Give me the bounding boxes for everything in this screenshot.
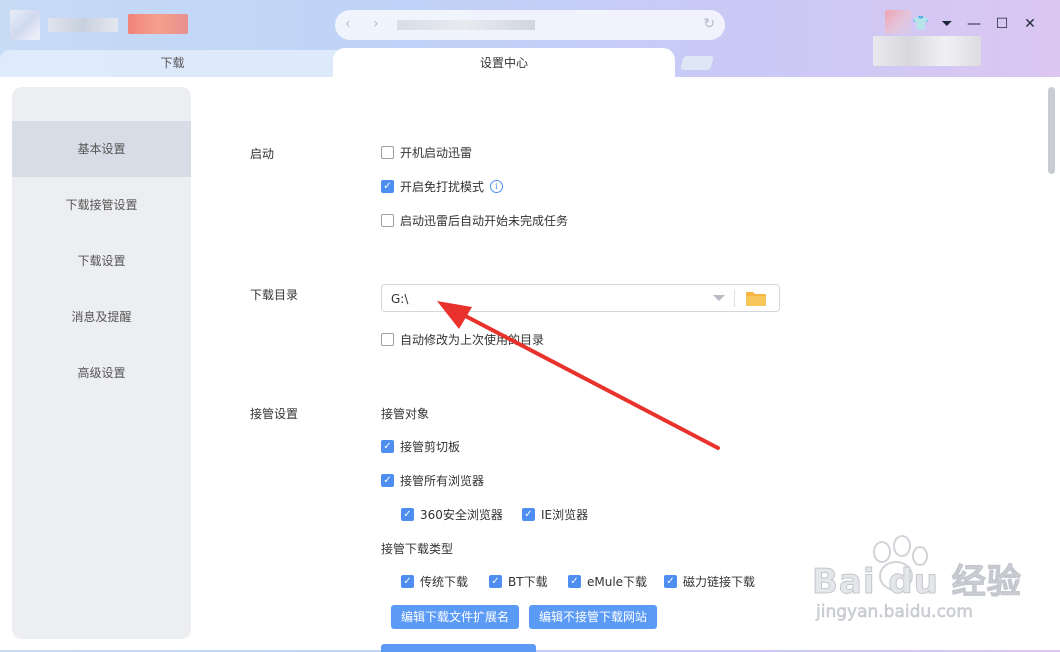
option-label: 启动迅雷后自动开始未完成任务	[400, 214, 569, 228]
checkbox[interactable]: ✓	[381, 440, 394, 453]
takeover-clipboard[interactable]: ✓ 接管剪切板	[381, 438, 460, 455]
startup-option-autostart[interactable]: 开机启动迅雷	[381, 144, 472, 161]
user-popup-blur	[873, 36, 981, 66]
divider	[734, 290, 735, 307]
startup-option-dnd[interactable]: ✓ 开启免打扰模式 i	[381, 178, 504, 195]
checkbox[interactable]: ✓	[381, 474, 394, 487]
takeover-type-emule[interactable]: ✓ eMule下载	[568, 573, 647, 590]
download-dir-select[interactable]: G:\	[381, 284, 780, 312]
checkbox[interactable]: ✓	[489, 575, 502, 588]
checkbox[interactable]: ✓	[381, 180, 394, 193]
download-dir-section-label: 下载目录	[250, 288, 299, 302]
user-avatar[interactable]	[885, 10, 911, 34]
folder-icon[interactable]	[746, 292, 766, 306]
checkbox[interactable]	[381, 214, 394, 227]
option-label: 360安全浏览器	[420, 508, 503, 522]
download-dir-auto-modify[interactable]: 自动修改为上次使用的目录	[381, 331, 544, 348]
back-icon[interactable]: ‹	[345, 16, 351, 32]
download-dir-value: G:\	[391, 292, 409, 306]
takeover-type-magnet[interactable]: ✓ 磁力链接下载	[664, 573, 755, 590]
takeover-types-label: 接管下载类型	[381, 542, 454, 556]
option-label: IE浏览器	[541, 508, 589, 522]
minimize-icon[interactable]: —	[964, 14, 984, 34]
option-label: 接管剪切板	[400, 440, 461, 454]
takeover-type-bt[interactable]: ✓ BT下载	[489, 573, 548, 590]
skin-icon[interactable]: 👕	[911, 14, 931, 34]
startup-section-label: 启动	[250, 147, 275, 161]
option-label: 磁力链接下载	[683, 575, 756, 589]
chevron-down-icon[interactable]	[713, 295, 725, 301]
url-text	[397, 20, 535, 30]
tab-settings[interactable]: 设置中心	[333, 48, 675, 78]
option-label: 自动修改为上次使用的目录	[400, 333, 545, 347]
option-label: 开机启动迅雷	[400, 146, 473, 160]
option-label: 接管所有浏览器	[400, 474, 485, 488]
address-bar[interactable]: ‹ › ↻	[335, 10, 725, 40]
forward-icon[interactable]: ›	[373, 16, 379, 32]
option-label: 传统下载	[420, 575, 469, 589]
checkbox[interactable]: ✓	[401, 508, 414, 521]
edit-extensions-button[interactable]: 编辑下载文件扩展名	[391, 605, 520, 629]
edit-excluded-sites-button[interactable]: 编辑不接管下载网站	[529, 605, 658, 629]
option-label: eMule下载	[587, 575, 648, 589]
tab-download[interactable]: 下载	[0, 50, 345, 77]
new-tab-button[interactable]	[680, 56, 714, 70]
takeover-objects-label: 接管对象	[381, 407, 430, 421]
takeover-type-traditional[interactable]: ✓ 传统下载	[401, 573, 468, 590]
maximize-icon[interactable]: ☐	[992, 14, 1012, 34]
title-bar: ‹ › ↻ 👕 ⏷ — ☐ ✕	[0, 0, 1060, 66]
checkbox[interactable]: ✓	[401, 575, 414, 588]
takeover-browser-360[interactable]: ✓ 360安全浏览器	[401, 506, 503, 523]
checkbox[interactable]: ✓	[664, 575, 677, 588]
info-icon[interactable]: i	[490, 180, 504, 193]
checkbox[interactable]: ✓	[522, 508, 535, 521]
checkbox[interactable]: ✓	[568, 575, 581, 588]
close-icon[interactable]: ✕	[1020, 14, 1040, 34]
app-logo	[10, 10, 40, 40]
takeover-browser-ie[interactable]: ✓ IE浏览器	[522, 506, 588, 523]
baidu-watermark: Bai du 经验 jingyan.baidu.com	[812, 530, 1021, 630]
option-label: BT下载	[508, 575, 548, 589]
takeover-section-label: 接管设置	[250, 407, 299, 421]
refresh-icon[interactable]: ↻	[703, 16, 715, 32]
startup-option-resume[interactable]: 启动迅雷后自动开始未完成任务	[381, 212, 568, 229]
scrollbar[interactable]	[1048, 87, 1055, 174]
option-label: 开启免打扰模式	[400, 180, 485, 194]
watermark-brand: Bai du 经验	[812, 562, 1022, 603]
next-button-partial[interactable]	[381, 644, 536, 652]
checkbox[interactable]	[381, 146, 394, 159]
watermark-url: jingyan.baidu.com	[816, 602, 973, 623]
takeover-all-browsers[interactable]: ✓ 接管所有浏览器	[381, 472, 484, 489]
menu-icon[interactable]: ⏷	[937, 14, 957, 34]
vip-badge[interactable]	[128, 14, 188, 34]
account-blur	[48, 18, 118, 32]
checkbox[interactable]	[381, 333, 394, 346]
